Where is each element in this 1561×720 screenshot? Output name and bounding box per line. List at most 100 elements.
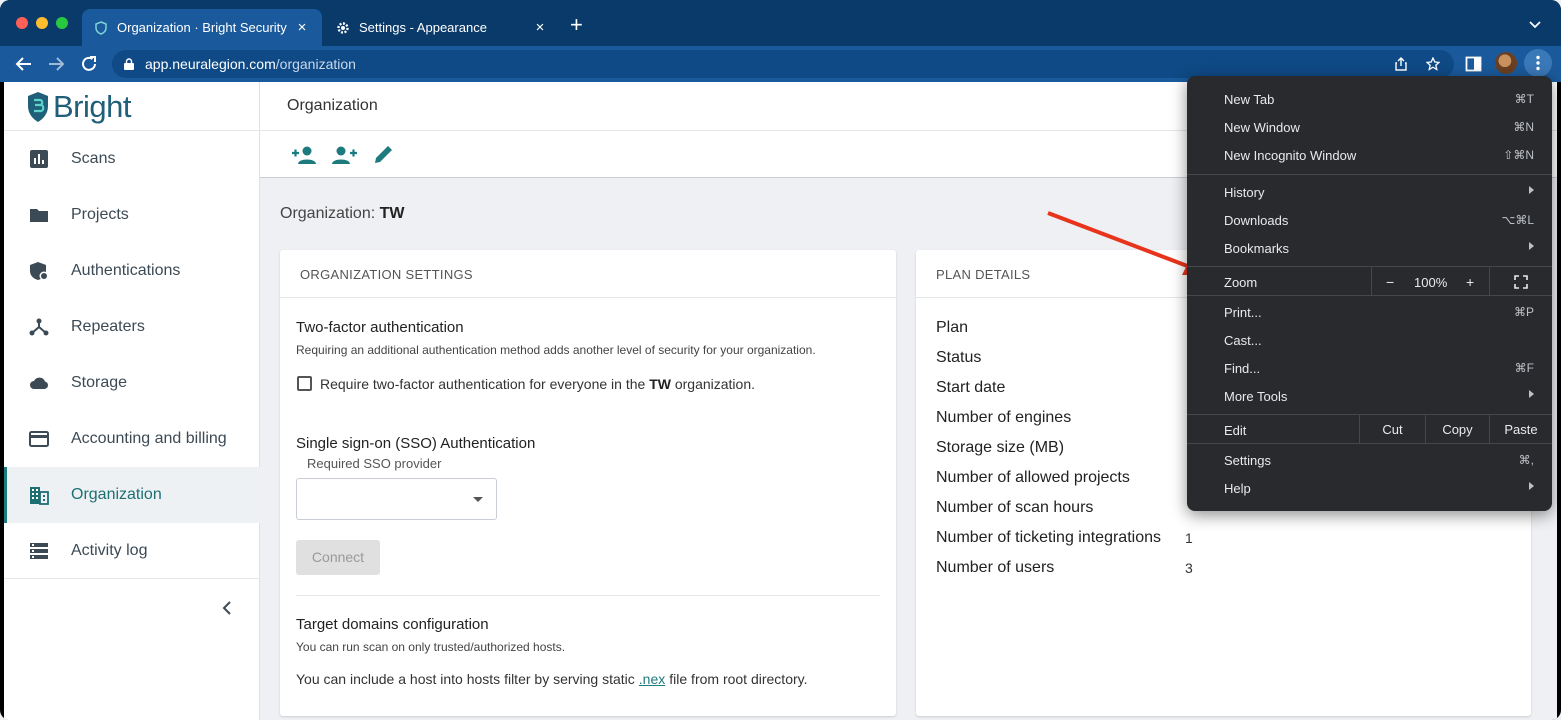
menu-item-print[interactable]: Print... ⌘P [1187, 298, 1552, 326]
bright-logo-icon [28, 92, 48, 122]
sidebar: Bright Scans Projects Authentications Re… [4, 82, 260, 720]
side-panel-icon[interactable] [1465, 55, 1483, 73]
require-2fa-checkbox[interactable] [297, 376, 312, 391]
page-title: Organization [287, 97, 378, 114]
menu-label: History [1224, 185, 1265, 200]
back-arrow-icon[interactable] [14, 54, 34, 74]
url-text[interactable]: app.neuralegion.com/organization [145, 56, 356, 72]
sidebar-item-accounting-billing[interactable]: Accounting and billing [4, 411, 260, 467]
copy-button[interactable]: Copy [1425, 415, 1489, 444]
zoom-in-button[interactable]: + [1466, 274, 1474, 290]
menu-item-bookmarks[interactable]: Bookmarks [1187, 234, 1552, 262]
menu-shortcut: ⌘F [1514, 361, 1534, 375]
tab-close-icon[interactable]: × [532, 19, 548, 36]
chrome-menu-button[interactable] [1524, 49, 1552, 77]
minimize-window-button[interactable] [36, 17, 48, 29]
section-title: Two-factor authentication [296, 319, 464, 336]
sidebar-item-scans[interactable]: Scans [4, 131, 260, 187]
menu-shortcut: ⌘, [1518, 453, 1534, 467]
forward-arrow-icon[interactable] [46, 54, 66, 74]
tab-close-icon[interactable]: × [294, 19, 310, 36]
menu-shortcut: ⇧⌘N [1503, 148, 1534, 162]
paste-button[interactable]: Paste [1489, 415, 1552, 444]
zoom-out-button[interactable]: − [1386, 274, 1394, 290]
collapse-sidebar-chevron-icon[interactable] [220, 600, 234, 616]
sidebar-item-label: Authentications [71, 262, 181, 279]
divider [296, 595, 880, 596]
tab-strip: Organization · Bright Security × Setting… [0, 0, 1561, 46]
dropdown-caret-icon [473, 497, 483, 502]
require-2fa-label[interactable]: Require two-factor authentication for ev… [320, 376, 755, 392]
close-window-button[interactable] [16, 17, 28, 29]
host-filter-text: You can include a host into hosts filter… [296, 671, 808, 687]
maximize-window-button[interactable] [56, 17, 68, 29]
menu-divider [1187, 174, 1552, 175]
ticketing-integrations-label: Number of ticketing integrations [936, 529, 1161, 546]
add-group-icon[interactable] [331, 144, 357, 166]
url-path: /organization [275, 56, 356, 72]
sidebar-item-label: Scans [71, 150, 116, 167]
sidebar-item-label: Repeaters [71, 318, 145, 335]
sidebar-item-organization[interactable]: Organization [4, 467, 260, 523]
sidebar-item-authentications[interactable]: Authentications [4, 243, 260, 299]
plan-label: Plan [936, 319, 969, 336]
sidebar-item-repeaters[interactable]: Repeaters [4, 299, 260, 355]
allowed-projects-label: Number of allowed projects [936, 469, 1130, 486]
menu-item-new-window[interactable]: New Window ⌘N [1187, 113, 1552, 141]
tab-organization[interactable]: Organization · Bright Security × [82, 9, 322, 46]
profile-avatar[interactable] [1495, 52, 1517, 74]
url-host: app.neuralegion.com [145, 56, 276, 72]
new-tab-button[interactable]: + [570, 14, 583, 36]
menu-item-downloads[interactable]: Downloads ⌥⌘L [1187, 206, 1552, 234]
sidebar-item-projects[interactable]: Projects [4, 187, 260, 243]
menu-item-find[interactable]: Find... ⌘F [1187, 354, 1552, 382]
engines-label: Number of engines [936, 409, 1072, 426]
reload-icon[interactable] [79, 54, 99, 74]
building-icon [30, 487, 49, 505]
lock-icon[interactable] [124, 58, 134, 70]
menu-item-settings[interactable]: Settings ⌘, [1187, 446, 1552, 474]
address-bar[interactable]: app.neuralegion.com/organization [112, 50, 1454, 78]
folder-icon [30, 209, 48, 222]
submenu-arrow-icon [1529, 390, 1534, 398]
menu-label: Settings [1224, 453, 1271, 468]
section-title: Single sign-on (SSO) Authentication [296, 435, 536, 452]
sidebar-item-storage[interactable]: Storage [4, 355, 260, 411]
menu-item-new-incognito-window[interactable]: New Incognito Window ⇧⌘N [1187, 141, 1552, 169]
edit-pencil-icon[interactable] [372, 144, 398, 166]
cloud-icon [30, 377, 48, 389]
hub-icon [29, 318, 49, 336]
share-icon[interactable] [1394, 57, 1408, 71]
label-text: Require two-factor authentication for ev… [320, 376, 650, 392]
section-description: You can run scan on only trusted/authori… [296, 640, 566, 654]
menu-label: Downloads [1224, 213, 1289, 228]
ticketing-integrations-value: 1 [1185, 530, 1193, 546]
organization-label: Organization: [280, 205, 380, 222]
add-user-icon[interactable] [291, 144, 317, 166]
menu-item-more-tools[interactable]: More Tools [1187, 382, 1552, 410]
nex-file-link[interactable]: .nex [639, 671, 665, 687]
card-heading: PLAN DETAILS [936, 267, 1031, 282]
menu-item-help[interactable]: Help [1187, 474, 1552, 502]
fullscreen-button[interactable] [1489, 267, 1552, 296]
menu-item-history[interactable]: History [1187, 178, 1552, 206]
menu-label: New Incognito Window [1224, 148, 1357, 163]
browser-window: Organization · Bright Security × Setting… [0, 0, 1561, 720]
connect-button[interactable]: Connect [296, 540, 380, 575]
users-label: Number of users [936, 559, 1055, 576]
menu-label: Zoom [1224, 275, 1258, 290]
fullscreen-icon [1514, 275, 1528, 289]
bright-logo[interactable]: Bright [26, 88, 131, 126]
menu-zoom-row: Zoom − 100% + [1187, 266, 1552, 296]
bookmark-star-icon[interactable] [1426, 57, 1440, 71]
submenu-arrow-icon [1529, 482, 1534, 490]
shield-lock-icon [30, 262, 49, 281]
menu-item-cast[interactable]: Cast... [1187, 326, 1552, 354]
tab-search-chevron-icon[interactable] [1528, 18, 1542, 32]
cut-button[interactable]: Cut [1359, 415, 1425, 444]
sidebar-item-activity-log[interactable]: Activity log [4, 523, 260, 579]
menu-item-new-tab[interactable]: New Tab ⌘T [1187, 85, 1552, 113]
bright-favicon-icon [94, 20, 108, 35]
sso-provider-select[interactable] [296, 478, 497, 520]
tab-settings-appearance[interactable]: Settings - Appearance × [324, 9, 560, 46]
